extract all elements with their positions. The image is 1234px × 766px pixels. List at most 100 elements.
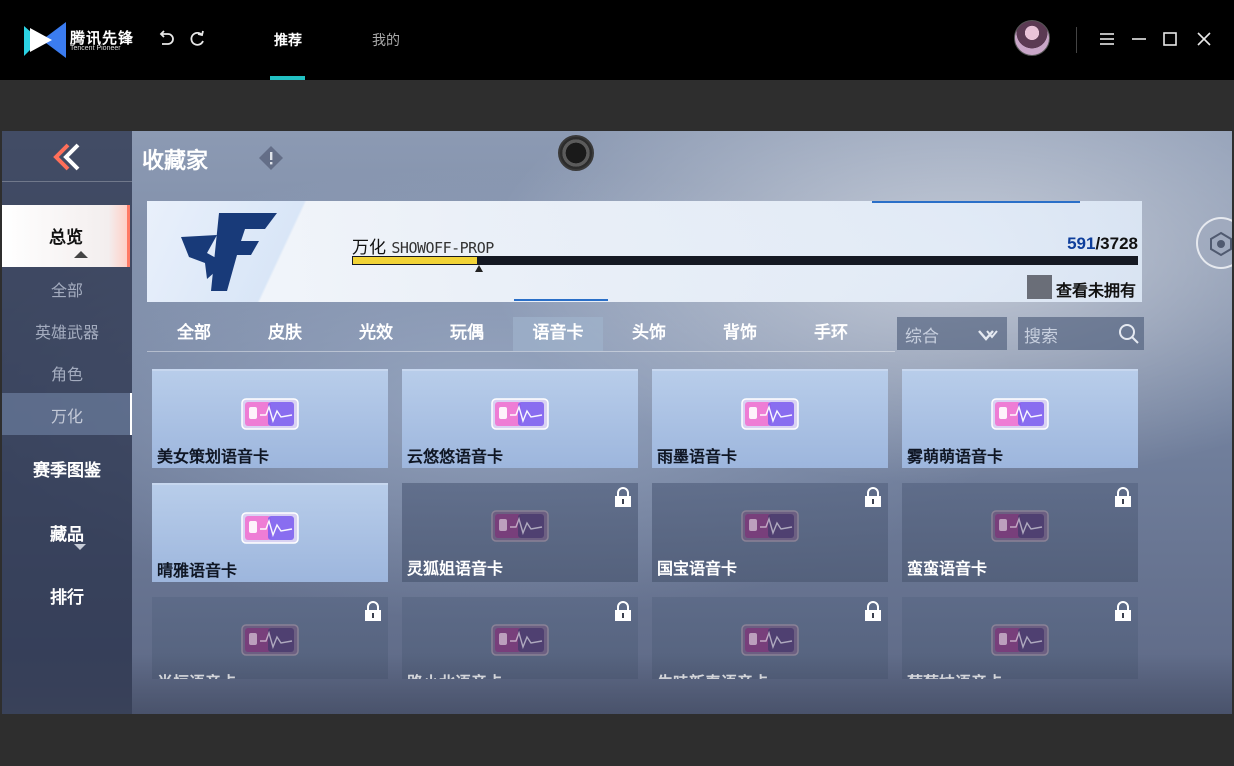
voice-card-item[interactable]: 云悠悠语音卡 bbox=[402, 369, 638, 468]
nav-sub-characters[interactable]: 角色 bbox=[2, 361, 132, 385]
voice-card-icon bbox=[491, 510, 549, 542]
lock-icon bbox=[615, 601, 631, 621]
camera-button[interactable] bbox=[558, 135, 594, 171]
filter-tab-bracelet[interactable]: 手环 bbox=[786, 317, 876, 351]
refresh-icon[interactable] bbox=[186, 28, 208, 50]
voice-card-name: 晴雅语音卡 bbox=[157, 561, 238, 580]
voice-card-name: 肖恒语音卡 bbox=[157, 669, 237, 679]
left-nav-panel: 总览 全部 英雄武器 角色 万化 赛季图鉴 藏品 排行 bbox=[2, 131, 132, 714]
voice-card-item[interactable]: 美女策划语音卡 bbox=[152, 369, 388, 468]
filter-tab-doll[interactable]: 玩偶 bbox=[422, 317, 512, 351]
nav-item-overview[interactable]: 总览 bbox=[2, 205, 130, 267]
nav-item-season[interactable]: 赛季图鉴 bbox=[2, 456, 132, 481]
nav-sub-all[interactable]: 全部 bbox=[2, 277, 132, 301]
voice-card-icon bbox=[241, 624, 299, 656]
nav-divider bbox=[2, 181, 132, 182]
voice-card-item[interactable]: 国宝语音卡 bbox=[652, 483, 888, 582]
cf-logo-icon bbox=[181, 213, 277, 291]
voice-card-item[interactable]: 路小北语音卡 bbox=[402, 597, 638, 679]
voice-card-name: 蛮蛮语音卡 bbox=[907, 559, 988, 578]
voice-card-name: 牛哇新春语音卡 bbox=[657, 669, 769, 679]
tab-active-indicator bbox=[270, 76, 305, 80]
info-icon[interactable] bbox=[258, 145, 284, 171]
logo-icon bbox=[24, 22, 66, 58]
voice-card-icon bbox=[741, 398, 799, 430]
filter-underline bbox=[147, 351, 895, 352]
game-viewport[interactable]: 总览 全部 英雄武器 角色 万化 赛季图鉴 藏品 排行 收藏家 万化 SHOWO… bbox=[2, 131, 1232, 714]
progress-fill bbox=[353, 257, 477, 264]
tab-mine[interactable]: 我的 bbox=[372, 30, 400, 50]
voice-card-name: 莓莓妹语音卡 bbox=[907, 669, 1003, 679]
menu-icon[interactable] bbox=[1096, 28, 1118, 50]
voice-card-item[interactable]: 雾萌萌语音卡 bbox=[902, 369, 1138, 468]
nav-item-collection[interactable]: 藏品 bbox=[2, 520, 132, 545]
voice-card-icon bbox=[991, 398, 1049, 430]
lock-icon bbox=[615, 487, 631, 507]
voice-card-name: 路小北语音卡 bbox=[407, 669, 503, 679]
search-icon bbox=[1119, 324, 1139, 344]
side-toggle-button[interactable] bbox=[1196, 217, 1232, 269]
close-icon[interactable] bbox=[1193, 28, 1215, 50]
back-chevron-icon[interactable] bbox=[50, 143, 82, 171]
voice-card-item[interactable]: 牛哇新春语音卡 bbox=[652, 597, 888, 679]
app-window: 腾讯先锋 Tencent Pioneer 推荐 我的 总览 全部 英雄武器 角色… bbox=[0, 0, 1234, 766]
banner-accent-line bbox=[872, 201, 1080, 203]
page-title: 收藏家 bbox=[142, 149, 209, 174]
voice-card-item[interactable]: 灵狐姐语音卡 bbox=[402, 483, 638, 582]
collection-banner: 万化 SHOWOFF-PROP 591/3728 查看未拥有 bbox=[147, 201, 1142, 302]
search-input[interactable]: 搜索 bbox=[1018, 317, 1144, 350]
nav-item-ranking[interactable]: 排行 bbox=[2, 583, 132, 608]
banner-label-en: SHOWOFF-PROP bbox=[391, 239, 494, 257]
progress-marker-icon bbox=[475, 265, 483, 272]
lock-icon bbox=[865, 487, 881, 507]
voice-card-name: 雨墨语音卡 bbox=[657, 447, 738, 466]
filter-tab-light[interactable]: 光效 bbox=[331, 317, 421, 351]
nav-item-overview-label: 总览 bbox=[49, 228, 83, 248]
show-unowned-label[interactable]: 查看未拥有 bbox=[1056, 277, 1136, 301]
maximize-icon[interactable] bbox=[1159, 28, 1181, 50]
voice-card-icon bbox=[241, 398, 299, 430]
sort-value: 综合 bbox=[905, 327, 939, 347]
sort-dropdown[interactable]: 综合 bbox=[897, 317, 1007, 350]
filter-tab-skin[interactable]: 皮肤 bbox=[240, 317, 330, 351]
minimize-icon[interactable] bbox=[1128, 28, 1150, 50]
lock-icon bbox=[1115, 601, 1131, 621]
filter-tab-all[interactable]: 全部 bbox=[149, 317, 239, 351]
collapse-caret-icon bbox=[74, 251, 88, 258]
voice-card-icon bbox=[991, 624, 1049, 656]
voice-card-item[interactable]: 晴雅语音卡 bbox=[152, 483, 388, 582]
banner-label-cn: 万化 bbox=[352, 238, 386, 258]
voice-card-name: 灵狐姐语音卡 bbox=[407, 559, 504, 578]
show-unowned-checkbox[interactable] bbox=[1027, 275, 1052, 299]
top-bar: 腾讯先锋 Tencent Pioneer 推荐 我的 bbox=[0, 0, 1234, 80]
undo-icon[interactable] bbox=[155, 28, 177, 50]
voice-card-item[interactable]: 蛮蛮语音卡 bbox=[902, 483, 1138, 582]
owned-count: 591 bbox=[1067, 234, 1096, 253]
brand-subtitle: Tencent Pioneer bbox=[70, 45, 121, 52]
voice-card-icon bbox=[491, 398, 549, 430]
nav-sub-wanhua[interactable]: 万化 bbox=[2, 403, 132, 427]
search-placeholder: 搜索 bbox=[1024, 327, 1058, 347]
tab-recommend[interactable]: 推荐 bbox=[274, 30, 302, 50]
avatar[interactable] bbox=[1014, 20, 1050, 56]
voice-card-item[interactable]: 肖恒语音卡 bbox=[152, 597, 388, 679]
filter-tab-headwear[interactable]: 头饰 bbox=[604, 317, 694, 351]
voice-card-item[interactable]: 莓莓妹语音卡 bbox=[902, 597, 1138, 679]
banner-category-label: 万化 SHOWOFF-PROP bbox=[352, 233, 494, 258]
voice-card-name: 美女策划语音卡 bbox=[157, 447, 270, 466]
banner-emblem bbox=[147, 201, 362, 302]
banner-accent-line-bottom bbox=[514, 299, 608, 301]
nav-sub-hero-weapons[interactable]: 英雄武器 bbox=[2, 319, 132, 343]
app-logo[interactable]: 腾讯先锋 Tencent Pioneer bbox=[24, 22, 133, 60]
voice-card-name: 云悠悠语音卡 bbox=[407, 447, 504, 466]
voice-card-item[interactable]: 雨墨语音卡 bbox=[652, 369, 888, 468]
voice-card-icon bbox=[991, 510, 1049, 542]
lock-icon bbox=[365, 601, 381, 621]
voice-card-name: 国宝语音卡 bbox=[657, 559, 738, 578]
filter-tab-backwear[interactable]: 背饰 bbox=[695, 317, 785, 351]
voice-card-icon bbox=[741, 510, 799, 542]
chevron-down-icon bbox=[978, 330, 998, 341]
hexagon-icon bbox=[1210, 231, 1232, 257]
total-count: /3728 bbox=[1095, 234, 1138, 253]
filter-tab-voice-card[interactable]: 语音卡 bbox=[513, 317, 603, 351]
